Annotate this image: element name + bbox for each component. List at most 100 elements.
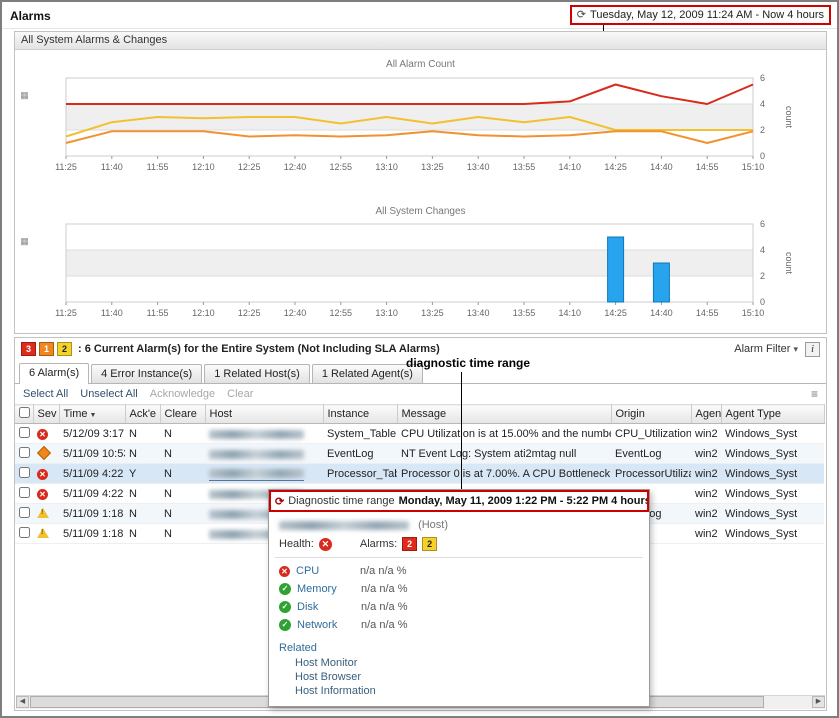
unselect-all-link[interactable]: Unselect All [80, 388, 137, 400]
select-all-link[interactable]: Select All [23, 388, 68, 400]
svg-text:11:25: 11:25 [55, 162, 77, 172]
redacted-host-name [209, 450, 304, 459]
col-origin[interactable]: Origin [611, 405, 691, 424]
sort-desc-icon [88, 408, 97, 420]
alarm-count-chart-title: All Alarm Count [15, 59, 826, 70]
related-label: Related [269, 634, 649, 656]
table-row[interactable]: 5/11/09 10:53 N N EventLog NT Event Log:… [15, 444, 824, 464]
col-sev[interactable]: Sev [33, 405, 59, 424]
redacted-host-name [209, 430, 304, 439]
host-monitor-link[interactable]: Host Monitor [269, 656, 649, 670]
svg-text:11:40: 11:40 [101, 308, 123, 318]
svg-text:15:10: 15:10 [742, 308, 765, 318]
row-checkbox[interactable] [19, 527, 30, 538]
cell-agent: win2 [691, 504, 721, 524]
cell-host[interactable] [205, 424, 323, 444]
svg-text:2: 2 [760, 271, 765, 281]
cell-agent: win2 [691, 424, 721, 444]
cell-agent: win2 [691, 464, 721, 484]
svg-text:4: 4 [760, 245, 765, 255]
row-checkbox[interactable] [19, 487, 30, 498]
svg-text:14:55: 14:55 [696, 162, 719, 172]
row-checkbox[interactable] [19, 467, 30, 478]
scroll-right-icon[interactable] [812, 696, 825, 708]
fatal-count-badge[interactable]: 3 [21, 342, 36, 356]
svg-text:6: 6 [760, 220, 765, 229]
svg-text:14:10: 14:10 [559, 162, 582, 172]
cell-host[interactable] [205, 464, 323, 484]
tab-alarms[interactable]: 6 Alarm(s) [19, 363, 89, 384]
host-information-link[interactable]: Host Information [269, 684, 649, 698]
host-browser-link[interactable]: Host Browser [269, 670, 649, 684]
warning-count-badge[interactable]: 2 [57, 342, 72, 356]
cell-agent-type: Windows_Syst [721, 484, 824, 504]
cell-acked: N [125, 504, 160, 524]
cell-message: CPU Utilization is at 15.00% and the num… [397, 424, 611, 444]
tab-error-instances[interactable]: 4 Error Instance(s) [91, 364, 202, 383]
cell-agent-type: Windows_Syst [721, 464, 824, 484]
cell-checkbox [15, 464, 33, 484]
acknowledge-link[interactable]: Acknowledge [150, 388, 215, 400]
cell-time: 5/11/09 1:18 P [59, 524, 125, 544]
cell-agent: win2 [691, 444, 721, 464]
info-icon[interactable] [805, 342, 820, 357]
alarm-filter-button[interactable]: Alarm Filter [734, 343, 790, 355]
row-checkbox[interactable] [19, 427, 30, 438]
metric-row-network: Network n/a n/a % [269, 616, 649, 634]
metric-cpu-link[interactable]: CPU [296, 565, 354, 577]
metric-memory-value: n/a n/a % [361, 583, 407, 595]
metric-network-value: n/a n/a % [361, 619, 407, 631]
clear-link[interactable]: Clear [227, 388, 253, 400]
cell-host[interactable] [205, 444, 323, 464]
critical-count-badge[interactable]: 1 [39, 342, 54, 356]
svg-text:14:10: 14:10 [559, 308, 582, 318]
col-acked[interactable]: Ack'e [125, 405, 160, 424]
scroll-left-icon[interactable] [16, 696, 29, 708]
tooltip-warning-count-badge[interactable]: 2 [422, 537, 437, 551]
panel-header-title: All System Alarms & Changes [15, 32, 826, 50]
metric-network-link[interactable]: Network [297, 619, 355, 631]
fatal-icon [37, 429, 48, 440]
ok-icon [279, 619, 291, 631]
time-range-label: Tuesday, May 12, 2009 11:24 AM - Now 4 h… [590, 7, 824, 23]
chevron-down-icon[interactable] [793, 343, 798, 355]
row-checkbox[interactable] [19, 507, 30, 518]
col-cleared[interactable]: Cleare [160, 405, 205, 424]
col-message[interactable]: Message [397, 405, 611, 424]
diagnostic-time-range-bar: Diagnostic time range Monday, May 11, 20… [269, 490, 649, 512]
alarms-label: Alarms: [360, 538, 397, 550]
svg-text:13:55: 13:55 [513, 308, 536, 318]
host-type-label: (Host) [418, 519, 448, 531]
diagnostic-time-range-icon [275, 495, 284, 508]
table-row[interactable]: 5/12/09 3:17 P N N System_Table CPU Util… [15, 424, 824, 444]
host-link[interactable] [209, 467, 304, 481]
tab-related-hosts[interactable]: 1 Related Host(s) [204, 364, 310, 383]
diagnostic-time-range-value: Monday, May 11, 2009 1:22 PM - 5:22 PM 4… [399, 495, 649, 507]
cell-instance: System_Table [323, 424, 397, 444]
cell-agent: win2 [691, 524, 721, 544]
metric-cpu-value: n/a n/a % [360, 565, 406, 577]
col-agent[interactable]: Agen [691, 405, 721, 424]
svg-text:count: count [784, 252, 794, 275]
row-checkbox[interactable] [19, 447, 30, 458]
select-all-checkbox[interactable] [19, 407, 30, 418]
svg-text:12:40: 12:40 [284, 162, 307, 172]
col-instance[interactable]: Instance [323, 405, 397, 424]
svg-text:12:10: 12:10 [192, 162, 215, 172]
page-title: Alarms [10, 9, 51, 23]
cell-sev [33, 504, 59, 524]
tooltip-fatal-count-badge[interactable]: 2 [402, 537, 417, 551]
col-agent-type[interactable]: Agent Type [721, 405, 824, 424]
cell-time: 5/11/09 1:18 P [59, 504, 125, 524]
col-time[interactable]: Time [59, 405, 125, 424]
svg-text:0: 0 [760, 151, 765, 161]
table-options-icon[interactable] [811, 387, 818, 401]
metric-memory-link[interactable]: Memory [297, 583, 355, 595]
metric-disk-link[interactable]: Disk [297, 601, 355, 613]
cell-time: 5/11/09 10:53 [59, 444, 125, 464]
warning-icon [37, 508, 49, 518]
critical-icon [37, 446, 51, 460]
table-row-selected[interactable]: 5/11/09 4:22 P Y N Processor_Tabl Proces… [15, 464, 824, 484]
dashboard-time-range-selector[interactable]: Tuesday, May 12, 2009 11:24 AM - Now 4 h… [570, 5, 831, 25]
col-host[interactable]: Host [205, 405, 323, 424]
